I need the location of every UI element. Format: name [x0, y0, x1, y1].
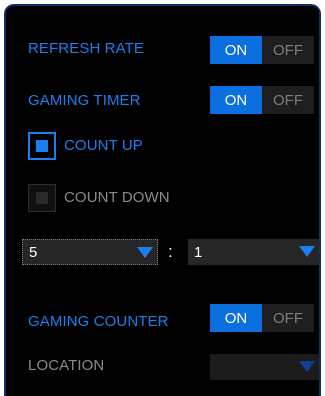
- gaming-settings-panel: REFRESH RATE ON OFF GAMING TIMER ON OFF …: [4, 4, 321, 396]
- count-up-label[interactable]: COUNT UP: [64, 137, 143, 154]
- gaming-timer-off-button[interactable]: OFF: [262, 86, 314, 114]
- chevron-down-icon: [299, 361, 315, 372]
- refresh-rate-toggle[interactable]: ON OFF: [210, 36, 314, 64]
- minutes-dropdown[interactable]: 5: [22, 239, 158, 265]
- time-separator: :: [168, 242, 173, 261]
- refresh-rate-label: REFRESH RATE: [28, 40, 144, 57]
- chevron-down-icon: [137, 247, 153, 258]
- location-label: LOCATION: [28, 357, 105, 374]
- chevron-down-icon: [299, 246, 315, 257]
- location-dropdown[interactable]: [210, 354, 319, 380]
- minutes-value: 5: [29, 243, 38, 261]
- gaming-timer-label: GAMING TIMER: [28, 92, 141, 109]
- gaming-counter-label: GAMING COUNTER: [28, 313, 169, 330]
- seconds-value: 1: [194, 243, 203, 261]
- gaming-counter-on-button[interactable]: ON: [210, 304, 262, 332]
- checkbox-unchecked-indicator: [36, 192, 48, 204]
- gaming-timer-on-button[interactable]: ON: [210, 86, 262, 114]
- count-down-label[interactable]: COUNT DOWN: [64, 189, 170, 206]
- gaming-counter-off-button[interactable]: OFF: [262, 304, 314, 332]
- count-down-checkbox[interactable]: [28, 184, 56, 212]
- count-up-checkbox[interactable]: [28, 132, 56, 160]
- seconds-dropdown[interactable]: 1: [188, 239, 319, 265]
- checkbox-checked-indicator: [36, 140, 48, 152]
- gaming-timer-toggle[interactable]: ON OFF: [210, 86, 314, 114]
- refresh-rate-on-button[interactable]: ON: [210, 36, 262, 64]
- gaming-counter-toggle[interactable]: ON OFF: [210, 304, 314, 332]
- refresh-rate-off-button[interactable]: OFF: [262, 36, 314, 64]
